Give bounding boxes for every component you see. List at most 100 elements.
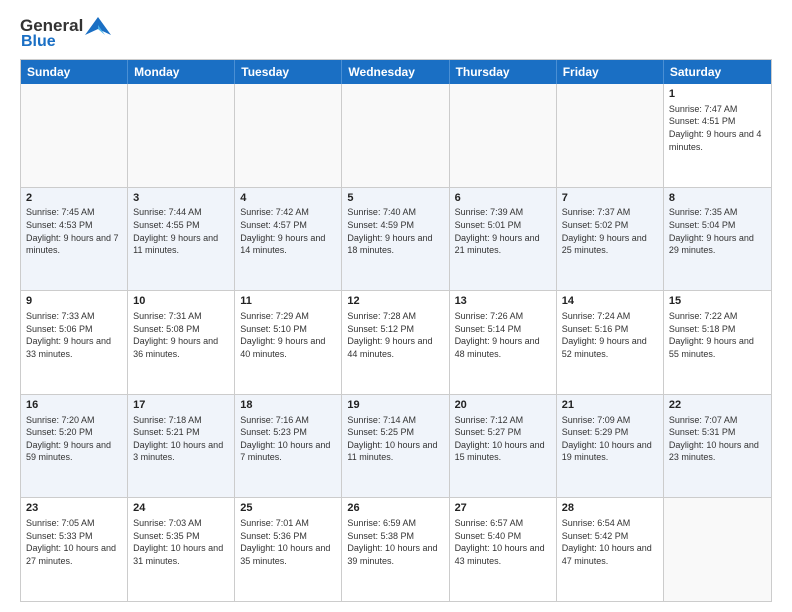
day-info: Sunrise: 7:37 AM Sunset: 5:02 PM Dayligh… [562, 206, 658, 256]
day-number: 22 [669, 398, 766, 413]
calendar-cell [664, 498, 771, 601]
logo-blue-text: Blue [21, 33, 56, 51]
day-info: Sunrise: 7:07 AM Sunset: 5:31 PM Dayligh… [669, 414, 766, 464]
calendar-cell: 18Sunrise: 7:16 AM Sunset: 5:23 PM Dayli… [235, 395, 342, 498]
day-number: 26 [347, 501, 443, 516]
calendar-cell: 13Sunrise: 7:26 AM Sunset: 5:14 PM Dayli… [450, 291, 557, 394]
calendar-body: 1Sunrise: 7:47 AM Sunset: 4:51 PM Daylig… [21, 84, 771, 601]
header-cell-friday: Friday [557, 60, 664, 84]
calendar-cell: 7Sunrise: 7:37 AM Sunset: 5:02 PM Daylig… [557, 188, 664, 291]
calendar-header: SundayMondayTuesdayWednesdayThursdayFrid… [21, 60, 771, 84]
day-info: Sunrise: 7:39 AM Sunset: 5:01 PM Dayligh… [455, 206, 551, 256]
day-info: Sunrise: 7:03 AM Sunset: 5:35 PM Dayligh… [133, 517, 229, 567]
day-number: 8 [669, 191, 766, 206]
day-number: 28 [562, 501, 658, 516]
calendar-cell: 27Sunrise: 6:57 AM Sunset: 5:40 PM Dayli… [450, 498, 557, 601]
header-cell-sunday: Sunday [21, 60, 128, 84]
day-number: 5 [347, 191, 443, 206]
day-number: 23 [26, 501, 122, 516]
day-number: 24 [133, 501, 229, 516]
header: General Blue [20, 16, 772, 51]
calendar-row-1: 1Sunrise: 7:47 AM Sunset: 4:51 PM Daylig… [21, 84, 771, 187]
calendar: SundayMondayTuesdayWednesdayThursdayFrid… [20, 59, 772, 602]
calendar-cell: 2Sunrise: 7:45 AM Sunset: 4:53 PM Daylig… [21, 188, 128, 291]
day-number: 9 [26, 294, 122, 309]
day-info: Sunrise: 7:40 AM Sunset: 4:59 PM Dayligh… [347, 206, 443, 256]
header-cell-wednesday: Wednesday [342, 60, 449, 84]
calendar-cell: 16Sunrise: 7:20 AM Sunset: 5:20 PM Dayli… [21, 395, 128, 498]
day-info: Sunrise: 7:45 AM Sunset: 4:53 PM Dayligh… [26, 206, 122, 256]
day-info: Sunrise: 7:09 AM Sunset: 5:29 PM Dayligh… [562, 414, 658, 464]
calendar-cell [21, 84, 128, 187]
calendar-cell: 22Sunrise: 7:07 AM Sunset: 5:31 PM Dayli… [664, 395, 771, 498]
calendar-cell: 25Sunrise: 7:01 AM Sunset: 5:36 PM Dayli… [235, 498, 342, 601]
calendar-cell [557, 84, 664, 187]
day-info: Sunrise: 7:16 AM Sunset: 5:23 PM Dayligh… [240, 414, 336, 464]
calendar-cell: 20Sunrise: 7:12 AM Sunset: 5:27 PM Dayli… [450, 395, 557, 498]
calendar-cell: 10Sunrise: 7:31 AM Sunset: 5:08 PM Dayli… [128, 291, 235, 394]
header-cell-thursday: Thursday [450, 60, 557, 84]
calendar-row-5: 23Sunrise: 7:05 AM Sunset: 5:33 PM Dayli… [21, 497, 771, 601]
day-number: 13 [455, 294, 551, 309]
calendar-cell [128, 84, 235, 187]
day-number: 6 [455, 191, 551, 206]
day-info: Sunrise: 7:24 AM Sunset: 5:16 PM Dayligh… [562, 310, 658, 360]
day-number: 25 [240, 501, 336, 516]
day-info: Sunrise: 7:33 AM Sunset: 5:06 PM Dayligh… [26, 310, 122, 360]
page: General Blue SundayMondayTuesdayWednesda… [0, 0, 792, 612]
header-cell-monday: Monday [128, 60, 235, 84]
day-number: 15 [669, 294, 766, 309]
calendar-cell: 4Sunrise: 7:42 AM Sunset: 4:57 PM Daylig… [235, 188, 342, 291]
day-info: Sunrise: 6:54 AM Sunset: 5:42 PM Dayligh… [562, 517, 658, 567]
day-number: 2 [26, 191, 122, 206]
calendar-cell: 6Sunrise: 7:39 AM Sunset: 5:01 PM Daylig… [450, 188, 557, 291]
logo-container: General Blue [20, 16, 111, 51]
calendar-row-4: 16Sunrise: 7:20 AM Sunset: 5:20 PM Dayli… [21, 394, 771, 498]
day-info: Sunrise: 7:47 AM Sunset: 4:51 PM Dayligh… [669, 103, 766, 153]
day-number: 20 [455, 398, 551, 413]
calendar-cell: 19Sunrise: 7:14 AM Sunset: 5:25 PM Dayli… [342, 395, 449, 498]
day-info: Sunrise: 6:57 AM Sunset: 5:40 PM Dayligh… [455, 517, 551, 567]
day-number: 14 [562, 294, 658, 309]
day-number: 3 [133, 191, 229, 206]
calendar-cell: 21Sunrise: 7:09 AM Sunset: 5:29 PM Dayli… [557, 395, 664, 498]
header-cell-saturday: Saturday [664, 60, 771, 84]
header-cell-tuesday: Tuesday [235, 60, 342, 84]
day-number: 12 [347, 294, 443, 309]
calendar-cell: 12Sunrise: 7:28 AM Sunset: 5:12 PM Dayli… [342, 291, 449, 394]
day-number: 10 [133, 294, 229, 309]
day-info: Sunrise: 7:05 AM Sunset: 5:33 PM Dayligh… [26, 517, 122, 567]
day-number: 17 [133, 398, 229, 413]
day-info: Sunrise: 7:14 AM Sunset: 5:25 PM Dayligh… [347, 414, 443, 464]
calendar-cell [235, 84, 342, 187]
calendar-cell: 14Sunrise: 7:24 AM Sunset: 5:16 PM Dayli… [557, 291, 664, 394]
calendar-cell: 11Sunrise: 7:29 AM Sunset: 5:10 PM Dayli… [235, 291, 342, 394]
logo-bird-icon [85, 17, 111, 35]
calendar-cell [342, 84, 449, 187]
day-info: Sunrise: 7:20 AM Sunset: 5:20 PM Dayligh… [26, 414, 122, 464]
calendar-cell: 23Sunrise: 7:05 AM Sunset: 5:33 PM Dayli… [21, 498, 128, 601]
logo: General Blue [20, 16, 111, 51]
calendar-row-2: 2Sunrise: 7:45 AM Sunset: 4:53 PM Daylig… [21, 187, 771, 291]
day-info: Sunrise: 7:44 AM Sunset: 4:55 PM Dayligh… [133, 206, 229, 256]
day-number: 27 [455, 501, 551, 516]
day-info: Sunrise: 7:28 AM Sunset: 5:12 PM Dayligh… [347, 310, 443, 360]
calendar-cell: 17Sunrise: 7:18 AM Sunset: 5:21 PM Dayli… [128, 395, 235, 498]
day-number: 1 [669, 87, 766, 102]
day-info: Sunrise: 7:22 AM Sunset: 5:18 PM Dayligh… [669, 310, 766, 360]
day-info: Sunrise: 7:35 AM Sunset: 5:04 PM Dayligh… [669, 206, 766, 256]
calendar-row-3: 9Sunrise: 7:33 AM Sunset: 5:06 PM Daylig… [21, 290, 771, 394]
day-number: 18 [240, 398, 336, 413]
day-info: Sunrise: 7:42 AM Sunset: 4:57 PM Dayligh… [240, 206, 336, 256]
calendar-cell: 1Sunrise: 7:47 AM Sunset: 4:51 PM Daylig… [664, 84, 771, 187]
day-info: Sunrise: 7:01 AM Sunset: 5:36 PM Dayligh… [240, 517, 336, 567]
calendar-cell: 3Sunrise: 7:44 AM Sunset: 4:55 PM Daylig… [128, 188, 235, 291]
day-number: 4 [240, 191, 336, 206]
day-info: Sunrise: 7:12 AM Sunset: 5:27 PM Dayligh… [455, 414, 551, 464]
calendar-cell [450, 84, 557, 187]
day-info: Sunrise: 7:29 AM Sunset: 5:10 PM Dayligh… [240, 310, 336, 360]
calendar-cell: 28Sunrise: 6:54 AM Sunset: 5:42 PM Dayli… [557, 498, 664, 601]
day-info: Sunrise: 7:26 AM Sunset: 5:14 PM Dayligh… [455, 310, 551, 360]
day-info: Sunrise: 6:59 AM Sunset: 5:38 PM Dayligh… [347, 517, 443, 567]
day-number: 21 [562, 398, 658, 413]
